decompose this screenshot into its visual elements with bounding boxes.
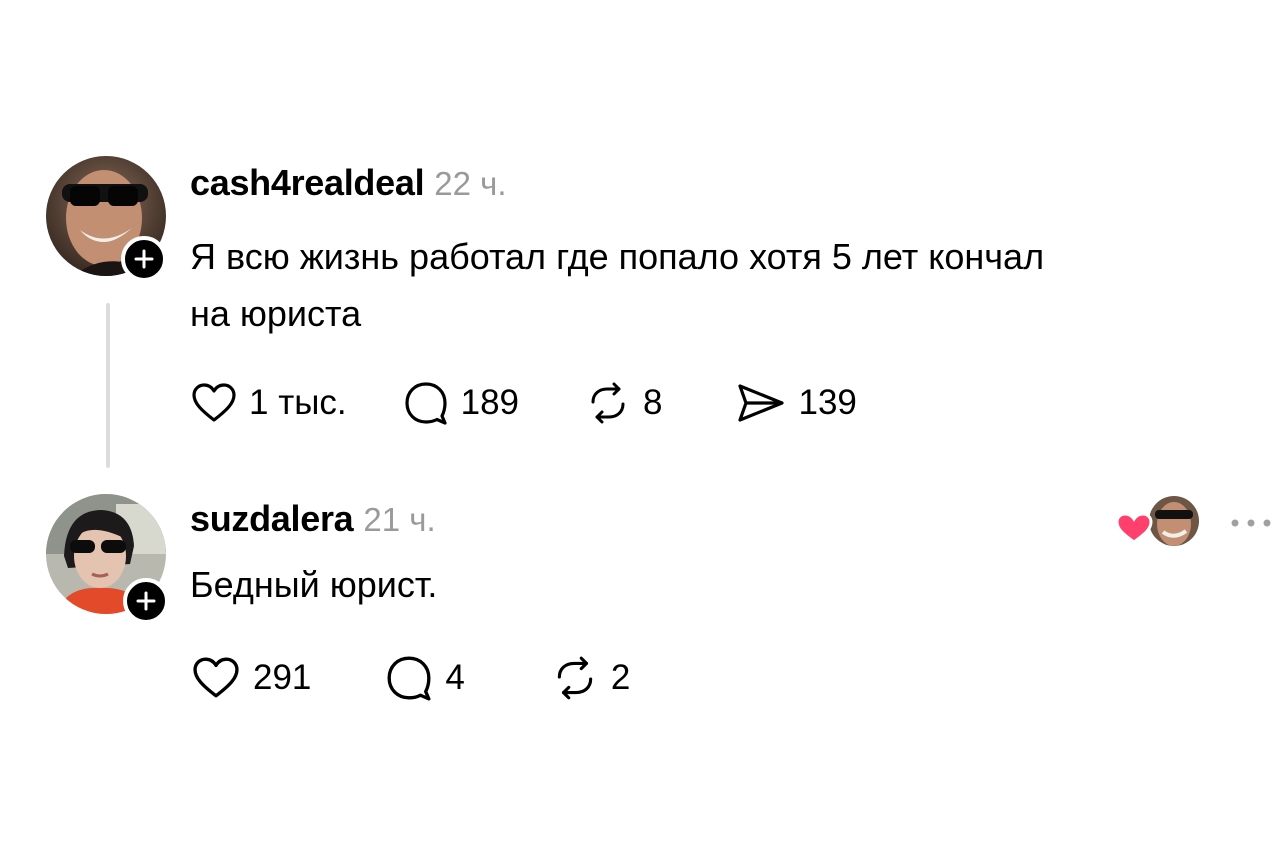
follow-button[interactable]: [121, 236, 167, 282]
author-liked-avatar: [1115, 496, 1199, 546]
thread-connector-line: [106, 303, 110, 468]
repost-button[interactable]: 8: [585, 382, 662, 424]
comment-1-actions: 1 тыс. 189 8 139: [191, 380, 857, 426]
repost-icon: [591, 382, 625, 424]
more-icon: [1231, 519, 1271, 527]
like-button[interactable]: 291: [191, 656, 311, 700]
repost-button[interactable]: 2: [551, 656, 630, 700]
timestamp: 21 ч.: [363, 501, 436, 538]
more-options-button[interactable]: [1228, 513, 1278, 533]
comment-text-line: Бедный юрист.: [190, 564, 438, 605]
plus-icon: [134, 249, 154, 269]
comment-icon: [387, 656, 431, 701]
repost-count: 2: [610, 658, 631, 697]
comment-2-actions: 291 4 2: [191, 654, 630, 702]
reply-count: 189: [460, 383, 520, 422]
heart-icon: [1115, 512, 1153, 544]
reply-button[interactable]: 189: [403, 380, 519, 426]
comment-2-avatar-wrap: [46, 494, 169, 624]
comment-1-text: Я всю жизнь работал где попало хотя 5 ле…: [190, 228, 1044, 342]
share-button[interactable]: 139: [736, 382, 857, 424]
repost-icon: [557, 656, 593, 700]
liked-by-author-indicator: [1115, 494, 1205, 550]
comment-1-avatar-wrap: [46, 156, 167, 282]
comment-text-line: Я всю жизнь работал где попало хотя 5 ле…: [190, 236, 1045, 277]
comment-icon: [405, 382, 447, 425]
follow-button[interactable]: [123, 578, 169, 624]
username[interactable]: cash4realdeal: [190, 162, 425, 204]
comment-2-text: Бедный юрист.: [190, 556, 437, 613]
comment-2-header: suzdalera 21 ч.: [190, 498, 436, 540]
share-count: 139: [798, 383, 857, 422]
comment-1-header: cash4realdeal 22 ч.: [190, 162, 507, 204]
plus-icon: [136, 591, 156, 611]
reply-count: 4: [445, 658, 465, 697]
like-count: 1 тыс.: [249, 383, 347, 422]
share-icon: [738, 384, 785, 422]
like-count: 291: [253, 658, 312, 697]
reply-button[interactable]: 4: [385, 654, 465, 702]
comment-text-line: на юриста: [190, 293, 362, 334]
timestamp: 22 ч.: [434, 165, 507, 202]
threads-comments-view: cash4realdeal 22 ч. Я всю жизнь работал …: [0, 0, 1280, 853]
repost-count: 8: [643, 383, 663, 422]
heart-icon: [192, 383, 236, 422]
heart-icon: [193, 657, 239, 698]
username[interactable]: suzdalera: [190, 498, 354, 540]
like-button[interactable]: 1 тыс.: [191, 382, 347, 424]
